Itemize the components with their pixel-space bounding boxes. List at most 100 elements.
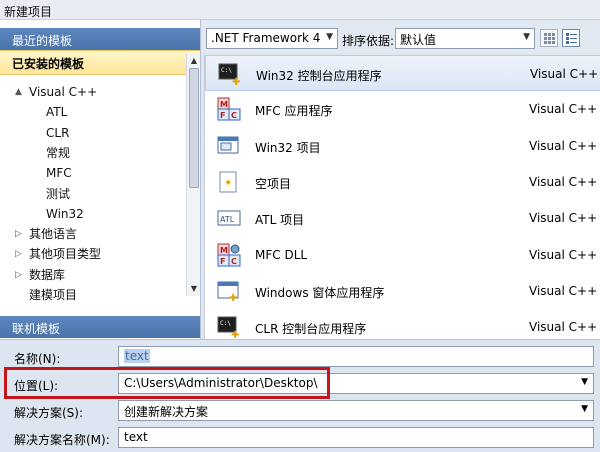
svg-text:M: M (220, 100, 228, 109)
tree-item[interactable]: Visual C++ (29, 82, 97, 102)
svg-text:✚: ✚ (232, 77, 240, 86)
tree-item[interactable]: MFC (46, 163, 72, 183)
framework-select[interactable]: .NET Framework 4 ▼ (206, 28, 338, 49)
template-item[interactable]: ✦ 空项目 Visual C++ (205, 164, 600, 200)
medium-icons-view-button[interactable] (562, 29, 580, 47)
tree-item-label: 其他语言 (29, 227, 78, 242)
tree-scrollbar[interactable]: ▲ ▼ (186, 54, 200, 296)
template-language: Visual C++ (529, 283, 598, 298)
small-icons-view-button[interactable] (540, 29, 558, 47)
svg-text:✦: ✦ (224, 178, 232, 189)
solution-name-label: 解决方案名称(M): (14, 433, 110, 447)
solution-name-input[interactable]: text (118, 427, 594, 448)
scroll-thumb[interactable] (189, 68, 199, 188)
solution-select[interactable]: 创建新解决方案 ▼ (118, 400, 594, 421)
template-item[interactable]: Win32 项目 Visual C++ (205, 128, 600, 164)
template-name: Win32 项目 (255, 140, 321, 155)
location-highlight-box (4, 367, 330, 399)
tree-item-label: Win32 (46, 206, 84, 221)
chevron-down-icon: ▼ (326, 32, 333, 42)
tree-item[interactable]: ATL (46, 102, 67, 122)
empty-project-icon: ✦ (219, 171, 237, 193)
windows-forms-icon: ✚ (217, 281, 239, 303)
list-icon (566, 33, 577, 44)
tree-item-label: 测试 (46, 186, 71, 201)
svg-text:F: F (220, 111, 225, 120)
template-language: Visual C++ (529, 138, 598, 153)
solution-label: 解决方案(S): (14, 406, 84, 420)
chevron-down-icon: ▼ (523, 32, 530, 42)
tree-item[interactable]: 测试 (46, 184, 70, 204)
svg-text:ATL: ATL (220, 215, 235, 224)
title-bar: 新建项目 (0, 0, 600, 20)
window-title: 新建项目 (4, 5, 53, 19)
template-language: Visual C++ (529, 211, 598, 226)
recent-templates-header[interactable]: 最近的模板 (0, 28, 200, 50)
tree-item-label: 常规 (46, 145, 71, 160)
template-language: Visual C++ (529, 247, 598, 262)
sort-select[interactable]: 默认值 ▼ (395, 28, 535, 49)
tree-expander-icon[interactable]: ▷ (15, 229, 22, 239)
template-language: Visual C++ (529, 320, 598, 335)
installed-templates-header[interactable]: 已安装的模板 (0, 50, 200, 75)
tree-item-label: CLR (46, 125, 70, 140)
online-templates-header[interactable]: 联机模板 (0, 316, 200, 338)
template-name: MFC 应用程序 (255, 104, 333, 119)
template-name: Windows 窗体应用程序 (255, 285, 385, 300)
tree-expander-icon[interactable]: ▷ (15, 249, 22, 259)
svg-text:C:\: C:\ (220, 320, 231, 327)
console-app-icon: C:\✚ (218, 63, 240, 86)
template-item[interactable]: ATL ATL 项目 Visual C++ (205, 200, 600, 236)
svg-text:✚: ✚ (231, 330, 239, 339)
solution-value: 创建新解决方案 (124, 405, 209, 419)
svg-text:C: C (231, 111, 237, 120)
tree-item[interactable]: 建模项目 (29, 285, 77, 305)
template-name: 空项目 (255, 176, 292, 191)
mfc-app-icon: MF C (217, 97, 241, 121)
scroll-up-icon[interactable]: ▲ (187, 54, 201, 68)
tree-item[interactable]: 其他语言 (29, 224, 77, 244)
template-name: ATL 项目 (255, 213, 305, 228)
template-item[interactable]: ✚ Windows 窗体应用程序 Visual C++ (205, 273, 600, 309)
tree-expander-icon[interactable]: ▷ (15, 270, 22, 280)
svg-text:M: M (220, 246, 228, 255)
tree-item[interactable]: CLR (46, 123, 69, 143)
svg-text:C: C (231, 257, 237, 266)
template-language: Visual C++ (530, 67, 599, 81)
template-item[interactable]: M F C MFC 应用程序 Visual C++ (205, 91, 600, 127)
tree-item-label: 数据库 (29, 267, 66, 282)
tree-item[interactable]: Win32 (46, 204, 84, 224)
template-name: Win32 控制台应用程序 (256, 69, 382, 83)
chevron-down-icon: ▼ (581, 404, 588, 414)
template-name: CLR 控制台应用程序 (255, 322, 367, 337)
tree-item-label: MFC (46, 166, 72, 181)
template-categories-panel: 最近的模板 已安装的模板 Visual C++ ▲ ATL CLR 常规 MFC 测试 Win… (0, 20, 201, 339)
scroll-down-icon[interactable]: ▼ (187, 282, 201, 296)
template-language: Visual C++ (529, 174, 598, 189)
svg-text:✚: ✚ (229, 293, 237, 303)
tree-item-label: Visual C++ (29, 85, 98, 99)
name-input[interactable]: text (118, 346, 594, 367)
chevron-down-icon[interactable]: ▼ (581, 377, 588, 387)
atl-project-icon: ATL (217, 210, 241, 226)
tree-item-label: ATL (46, 105, 68, 120)
template-item[interactable]: M F C MFC DLL Visual C++ (205, 237, 600, 273)
template-name: MFC DLL (255, 247, 308, 262)
template-item[interactable]: C:\ ✚ Win32 控制台应用程序 Visual C++ (205, 55, 600, 91)
tree-item[interactable]: 其他项目类型 (29, 244, 101, 264)
win32-project-icon (217, 136, 239, 154)
tree-item[interactable]: 数据库 (29, 265, 65, 285)
name-value: text (124, 349, 150, 363)
svg-text:F: F (220, 257, 225, 266)
tree-item[interactable]: 常规 (46, 143, 70, 163)
tree-expander-icon[interactable]: ▲ (15, 87, 22, 97)
name-label: 名称(N): (14, 352, 61, 366)
template-list: C:\ ✚ Win32 控制台应用程序 Visual C++ M F C MFC 应用程序 Vi… (204, 55, 600, 339)
mfc-dll-icon: MF C (217, 243, 241, 266)
solution-name-value: text (124, 430, 148, 444)
grid-icon (544, 33, 555, 44)
tree-item-label: 建模项目 (29, 288, 78, 302)
template-language: Visual C++ (529, 102, 598, 117)
template-toolbar: .NET Framework 4 ▼ 排序依据: 默认值 ▼ (202, 20, 600, 53)
tree-item-label: 其他项目类型 (29, 247, 102, 262)
